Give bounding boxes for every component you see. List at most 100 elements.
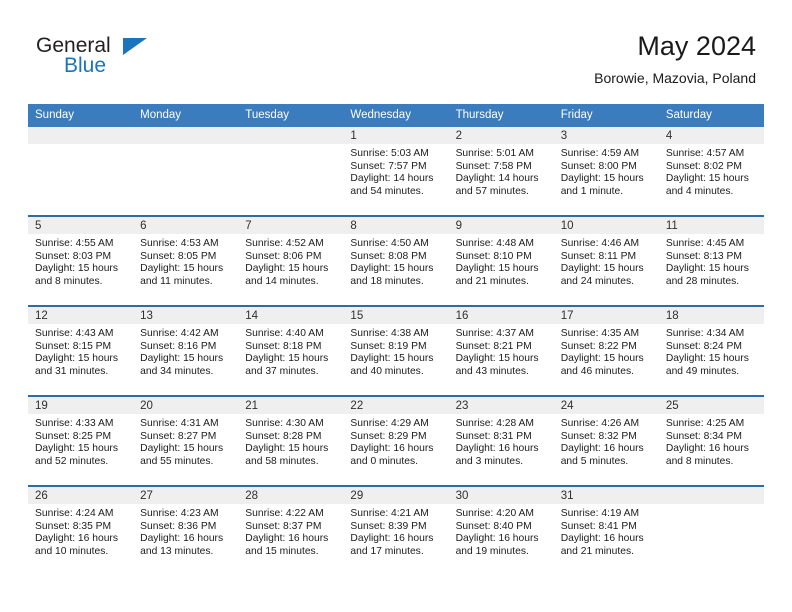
- daylight-text-line1: Daylight: 15 hours: [245, 263, 329, 275]
- daylight-text-line2: and 21 minutes.: [560, 545, 634, 557]
- calendar-day-cell[interactable]: 5 Sunrise: 4:55 AM Sunset: 8:03 PM Daylight…: [28, 215, 134, 306]
- calendar-day-cell[interactable]: 23 Sunrise: 4:28 AM Sunset: 8:31 PM Dayligh…: [448, 395, 554, 486]
- calendar-day-cell[interactable]: 16 Sunrise: 4:37 AM Sunset: 8:21 PM Dayligh…: [448, 305, 554, 396]
- sunset-text: Sunset: 8:13 PM: [665, 250, 742, 262]
- day-number: 2: [448, 127, 554, 144]
- day-number: 31: [553, 487, 659, 504]
- calendar-day-cell[interactable]: 6 Sunrise: 4:53 AM Sunset: 8:05 PM Daylight…: [133, 215, 239, 306]
- sunrise-text: Sunrise: 4:48 AM: [455, 238, 534, 249]
- sunrise-text: Sunrise: 4:55 AM: [35, 238, 114, 249]
- day-details: Sunrise: 4:40 AM Sunset: 8:18 PM Daylight:…: [238, 324, 343, 378]
- calendar-day-cell[interactable]: 13 Sunrise: 4:42 AM Sunset: 8:16 PM Dayligh…: [133, 305, 239, 396]
- sunrise-text: Sunrise: 4:59 AM: [560, 148, 640, 159]
- sunset-text: Sunset: 8:25 PM: [35, 430, 112, 442]
- daylight-text-line2: and 0 minutes.: [350, 455, 418, 467]
- calendar-day-cell[interactable]: 18 Sunrise: 4:34 AM Sunset: 8:24 PM Dayligh…: [658, 305, 764, 396]
- sunset-text: Sunset: 8:37 PM: [245, 520, 322, 532]
- calendar-day-cell[interactable]: 9 Sunrise: 4:48 AM Sunset: 8:10 PM Daylight…: [448, 215, 554, 306]
- calendar-day-cell[interactable]: 26 Sunrise: 4:24 AM Sunset: 8:35 PM Dayligh…: [28, 485, 134, 575]
- day-number: 9: [448, 217, 554, 234]
- day-cell-inner: 30 Sunrise: 4:20 AM Sunset: 8:40 PM Dayligh…: [448, 487, 554, 575]
- calendar-day-cell[interactable]: 21 Sunrise: 4:30 AM Sunset: 8:28 PM Dayligh…: [238, 395, 344, 486]
- sunrise-text: Sunrise: 4:42 AM: [140, 328, 219, 339]
- day-cell-inner: 20 Sunrise: 4:31 AM Sunset: 8:27 PM Dayligh…: [133, 397, 239, 485]
- calendar-day-cell[interactable]: 8 Sunrise: 4:50 AM Sunset: 8:08 PM Daylight…: [343, 215, 449, 306]
- calendar-day-cell[interactable]: 19 Sunrise: 4:33 AM Sunset: 8:25 PM Dayligh…: [28, 395, 134, 486]
- sunrise-text: Sunrise: 5:01 AM: [455, 148, 534, 159]
- sunset-text: Sunset: 7:58 PM: [455, 160, 532, 172]
- day-cell-inner: 7 Sunrise: 4:52 AM Sunset: 8:06 PM Daylight…: [238, 217, 344, 305]
- calendar-day-cell[interactable]: 28 Sunrise: 4:22 AM Sunset: 8:37 PM Dayligh…: [238, 485, 344, 575]
- day-cell-inner: 3 Sunrise: 4:59 AM Sunset: 8:00 PM Daylight…: [553, 127, 659, 215]
- weekday-header-thursday: Thursday: [448, 104, 554, 127]
- day-number: 13: [133, 307, 239, 324]
- day-number: 18: [658, 307, 764, 324]
- day-cell-inner: 4 Sunrise: 4:57 AM Sunset: 8:02 PM Daylight…: [658, 127, 764, 215]
- daylight-text-line1: Daylight: 15 hours: [665, 263, 749, 275]
- day-details: Sunrise: 4:33 AM Sunset: 8:25 PM Daylight:…: [28, 414, 133, 468]
- day-details: Sunrise: 4:26 AM Sunset: 8:32 PM Daylight:…: [554, 414, 659, 468]
- daylight-text-line1: Daylight: 15 hours: [350, 263, 434, 275]
- daylight-text-line1: Daylight: 16 hours: [140, 533, 224, 545]
- calendar-day-cell[interactable]: 2 Sunrise: 5:01 AM Sunset: 7:58 PM Daylight…: [448, 127, 554, 216]
- calendar-day-cell[interactable]: 17 Sunrise: 4:35 AM Sunset: 8:22 PM Dayligh…: [553, 305, 659, 396]
- calendar-page: General Blue May 2024 Borowie, Mazovia, …: [0, 0, 792, 612]
- location-subtitle: Borowie, Mazovia, Poland: [594, 70, 756, 86]
- day-details: Sunrise: 4:59 AM Sunset: 8:00 PM Daylight:…: [554, 144, 659, 198]
- day-number: 21: [238, 397, 344, 414]
- day-cell-inner: 23 Sunrise: 4:28 AM Sunset: 8:31 PM Dayligh…: [448, 397, 554, 485]
- daylight-text-line2: and 34 minutes.: [140, 365, 214, 377]
- calendar-day-cell[interactable]: 4 Sunrise: 4:57 AM Sunset: 8:02 PM Daylight…: [658, 127, 764, 216]
- weekday-header-tuesday: Tuesday: [238, 104, 344, 127]
- daylight-text-line2: and 17 minutes.: [350, 545, 424, 557]
- sunrise-text: Sunrise: 4:19 AM: [560, 508, 640, 519]
- daylight-text-line2: and 37 minutes.: [245, 365, 319, 377]
- day-number: 23: [448, 397, 554, 414]
- day-details: Sunrise: 4:25 AM Sunset: 8:34 PM Daylight:…: [659, 414, 764, 468]
- calendar-day-cell[interactable]: 29 Sunrise: 4:21 AM Sunset: 8:39 PM Dayligh…: [343, 485, 449, 575]
- day-cell-inner: 8 Sunrise: 4:50 AM Sunset: 8:08 PM Daylight…: [343, 217, 449, 305]
- calendar-day-cell[interactable]: 27 Sunrise: 4:23 AM Sunset: 8:36 PM Dayligh…: [133, 485, 239, 575]
- calendar-day-cell[interactable]: 15 Sunrise: 4:38 AM Sunset: 8:19 PM Dayligh…: [343, 305, 449, 396]
- calendar-day-cell[interactable]: 20 Sunrise: 4:31 AM Sunset: 8:27 PM Dayligh…: [133, 395, 239, 486]
- day-details: Sunrise: 4:34 AM Sunset: 8:24 PM Daylight:…: [659, 324, 764, 378]
- day-cell-inner: 16 Sunrise: 4:37 AM Sunset: 8:21 PM Dayligh…: [448, 307, 554, 395]
- calendar-day-cell[interactable]: 31 Sunrise: 4:19 AM Sunset: 8:41 PM Dayligh…: [553, 485, 659, 575]
- day-number: 17: [553, 307, 659, 324]
- calendar-day-cell[interactable]: 7 Sunrise: 4:52 AM Sunset: 8:06 PM Daylight…: [238, 215, 344, 306]
- sunrise-text: Sunrise: 4:22 AM: [245, 508, 324, 519]
- day-details: Sunrise: 4:24 AM Sunset: 8:35 PM Daylight:…: [28, 504, 133, 558]
- calendar-day-cell[interactable]: 14 Sunrise: 4:40 AM Sunset: 8:18 PM Dayligh…: [238, 305, 344, 396]
- sunrise-text: Sunrise: 4:34 AM: [665, 328, 745, 339]
- daylight-text-line2: and 21 minutes.: [455, 275, 529, 287]
- generalblue-logo[interactable]: General Blue: [36, 34, 256, 88]
- calendar-day-cell[interactable]: 24 Sunrise: 4:26 AM Sunset: 8:32 PM Dayligh…: [553, 395, 659, 486]
- calendar-day-cell[interactable]: 11 Sunrise: 4:45 AM Sunset: 8:13 PM Dayligh…: [658, 215, 764, 306]
- sunrise-text: Sunrise: 4:43 AM: [35, 328, 114, 339]
- calendar-day-cell[interactable]: 12 Sunrise: 4:43 AM Sunset: 8:15 PM Dayligh…: [28, 305, 134, 396]
- daylight-text-line2: and 31 minutes.: [35, 365, 109, 377]
- calendar-day-cell[interactable]: 25 Sunrise: 4:25 AM Sunset: 8:34 PM Dayligh…: [658, 395, 764, 486]
- daylight-text-line2: and 8 minutes.: [35, 275, 103, 287]
- day-number: 30: [448, 487, 554, 504]
- daylight-text-line2: and 10 minutes.: [35, 545, 109, 557]
- sunrise-text: Sunrise: 4:33 AM: [35, 418, 114, 429]
- calendar-day-cell[interactable]: 1 Sunrise: 5:03 AM Sunset: 7:57 PM Daylight…: [343, 127, 449, 216]
- calendar-day-cell[interactable]: 10 Sunrise: 4:46 AM Sunset: 8:11 PM Dayligh…: [553, 215, 659, 306]
- daylight-text-line1: Daylight: 15 hours: [665, 353, 749, 365]
- sunrise-text: Sunrise: 4:24 AM: [35, 508, 114, 519]
- sunrise-text: Sunrise: 4:29 AM: [350, 418, 429, 429]
- daylight-text-line1: Daylight: 15 hours: [560, 173, 644, 185]
- sunset-text: Sunset: 8:21 PM: [455, 340, 532, 352]
- sunset-text: Sunset: 8:05 PM: [140, 250, 217, 262]
- sunrise-text: Sunrise: 4:57 AM: [665, 148, 745, 159]
- calendar-day-cell[interactable]: 22 Sunrise: 4:29 AM Sunset: 8:29 PM Dayligh…: [343, 395, 449, 486]
- logo-triangle-icon: [123, 38, 147, 55]
- calendar-day-cell[interactable]: 3 Sunrise: 4:59 AM Sunset: 8:00 PM Daylight…: [553, 127, 659, 216]
- sunrise-text: Sunrise: 4:38 AM: [350, 328, 429, 339]
- day-details: Sunrise: 4:48 AM Sunset: 8:10 PM Daylight:…: [449, 234, 554, 288]
- calendar-day-cell[interactable]: 30 Sunrise: 4:20 AM Sunset: 8:40 PM Dayligh…: [448, 485, 554, 575]
- day-number: 15: [343, 307, 449, 324]
- day-cell-inner: 22 Sunrise: 4:29 AM Sunset: 8:29 PM Dayligh…: [343, 397, 449, 485]
- day-number: 16: [448, 307, 554, 324]
